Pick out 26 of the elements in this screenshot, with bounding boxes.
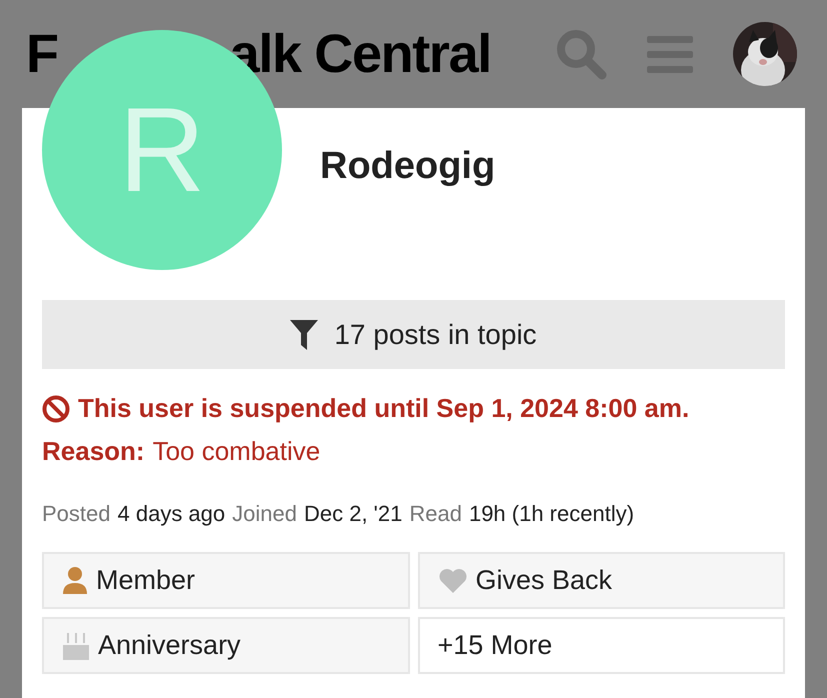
- filter-button[interactable]: 17 posts in topic: [42, 300, 785, 369]
- avatar-initial: R: [118, 90, 206, 210]
- menu-icon[interactable]: [647, 34, 693, 74]
- search-icon[interactable]: [555, 28, 607, 80]
- username: Rodeogig: [320, 145, 496, 187]
- badge[interactable]: Gives Back: [418, 552, 785, 609]
- badge-label: Gives Back: [476, 564, 612, 598]
- badge-label: Member: [96, 564, 196, 598]
- suspension-message: This user is suspended until Sep 1, 2024 8:00 am.: [78, 392, 690, 425]
- meta-value: Dec 2, '21: [304, 500, 402, 528]
- reason-label: Reason:: [42, 435, 145, 468]
- more-badges-button[interactable]: +15 More: [418, 617, 785, 674]
- ban-icon: [42, 394, 70, 422]
- meta-label: Posted: [42, 500, 110, 528]
- badge[interactable]: Anniversary: [42, 617, 410, 674]
- badge-label: Anniversary: [98, 629, 241, 662]
- person-icon: [62, 566, 88, 596]
- meta-value: 4 days ago: [118, 500, 226, 528]
- filter-icon: [290, 320, 318, 350]
- cake-icon: [62, 630, 90, 660]
- reason-text: Too combative: [152, 435, 320, 468]
- badge[interactable]: Member: [42, 552, 410, 609]
- heart-icon: [438, 568, 468, 594]
- meta-label: Read: [409, 500, 462, 528]
- meta-label: Joined: [232, 500, 297, 528]
- meta-value: 19h (1h recently): [468, 500, 634, 528]
